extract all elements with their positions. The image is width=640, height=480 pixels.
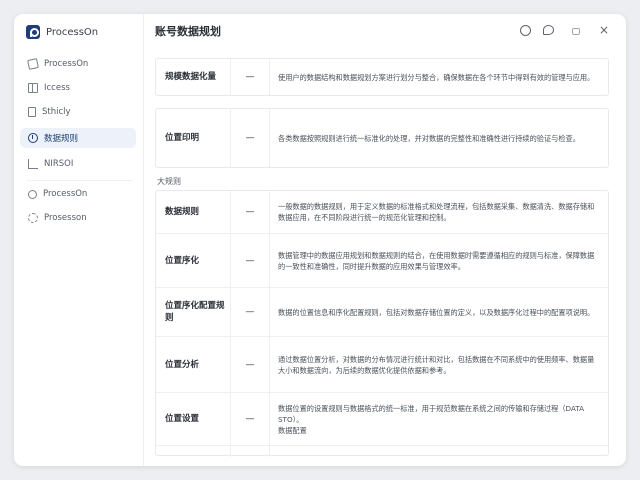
row-separator: — <box>230 234 270 287</box>
refresh-icon <box>519 24 531 36</box>
book-icon <box>28 83 38 93</box>
sidebar-item-processon-2[interactable]: ProcessOn <box>20 184 136 204</box>
brand-name: ProcessOn <box>46 26 99 38</box>
chat-icon <box>542 25 554 35</box>
sidebar-item-access[interactable]: Iccess <box>20 78 136 98</box>
row-separator: — <box>230 337 270 392</box>
row-description <box>270 446 608 457</box>
row-description: 一般数据的数据规则，用于定义数据的标准格式和处理流程，包括数据采集、数据清洗、数… <box>278 202 595 222</box>
sidebar-item-prosesson[interactable]: Prosesson <box>20 208 136 228</box>
sidebar-item-data-rules[interactable]: 数据规则 <box>20 128 136 148</box>
sidebar-item-processon[interactable]: ProcessOn <box>20 54 136 74</box>
main-content: 规模数据化量 — 使用户的数据结构和数据规划方案进行划分与整合，确保数据在各个环… <box>144 50 626 466</box>
link-icon <box>28 189 37 199</box>
row-label: 位置序化配置规则 <box>165 301 225 323</box>
row-description: 数据管理中的数据应用规划和数据规则的结合，在使用数据时需要遵循相应的规则与标准，… <box>278 250 595 271</box>
document-icon <box>28 107 36 117</box>
chat-button[interactable] <box>541 23 555 37</box>
table-row: 位置序化 — 数据管理中的数据应用规划和数据规则的结合，在使用数据时需要遵循相应… <box>156 234 608 287</box>
sidebar-item-sthicly[interactable]: Sthicly <box>20 102 136 122</box>
rule-label: 位置印明 <box>165 133 200 143</box>
row-separator: — <box>230 191 270 233</box>
sidebar-item-label: ProcessOn <box>43 189 88 199</box>
brand[interactable]: ProcessOn <box>26 23 98 41</box>
table-row: 位置分析 — 通过数据位置分析，对数据的分布情况进行统计和对比，包括数据在不同系… <box>156 337 608 392</box>
gear-icon <box>28 213 38 223</box>
sidebar-item-label: NIRSOI <box>44 159 74 169</box>
row-label: 数据规则 <box>165 207 200 217</box>
sidebar-divider <box>26 180 132 181</box>
rule-label: 规模数据化量 <box>165 72 217 82</box>
table-row: 数据规则 — 一般数据的数据规则，用于定义数据的标准格式和处理流程，包括数据采集… <box>156 191 608 233</box>
tag-icon <box>27 58 39 70</box>
rule-card: 规模数据化量 — 使用户的数据结构和数据规划方案进行划分与整合，确保数据在各个环… <box>155 58 609 96</box>
refresh-button[interactable] <box>518 23 532 37</box>
close-button[interactable]: × <box>597 23 611 37</box>
section-label: 大规则 <box>157 177 181 186</box>
rule-card: 位置印明 — 各类数据按照规则进行统一标准化的处理，并对数据的完整性和准确性进行… <box>155 108 609 168</box>
row-separator <box>230 446 270 457</box>
sidebar-item-label: Prosesson <box>44 213 87 223</box>
lock-button[interactable] <box>569 23 583 37</box>
rule-description: 使用户的数据结构和数据规划方案进行划分与整合，确保数据在各个环节中得到有效的管理… <box>278 72 595 82</box>
row-label: 位置分析 <box>165 359 200 370</box>
rule-separator: — <box>230 59 270 95</box>
sidebar-item-label: Sthicly <box>42 107 71 117</box>
chart-icon <box>28 159 38 169</box>
row-separator: — <box>230 393 270 445</box>
lock-icon <box>572 28 580 35</box>
row-description-block: 数据位置的设置规则与数据格式的统一标准，用于规范数据在系统之间的传输和存储过程（… <box>270 393 608 445</box>
sidebar-item-nirsoi[interactable]: NIRSOI <box>20 154 136 174</box>
row-label: 位置序化 <box>165 255 200 266</box>
row-separator: — <box>230 288 270 336</box>
sidebar-item-label: Iccess <box>44 83 70 93</box>
table-row: 位置设置 — 数据位置的设置规则与数据格式的统一标准，用于规范数据在系统之间的传… <box>156 393 608 445</box>
table-row: 位置序化配置规则 — 数据的位置信息和序化配置规则，包括对数据存储位置的定义，以… <box>156 288 608 336</box>
row-description-extra: 数据配置 <box>278 425 307 435</box>
sidebar-item-label: ProcessOn <box>44 59 89 69</box>
row-label: 位置设置 <box>165 414 200 424</box>
close-icon: × <box>598 23 610 37</box>
row-description: 数据位置的设置规则与数据格式的统一标准，用于规范数据在系统之间的传输和存储过程（… <box>278 403 585 424</box>
table-row <box>156 446 608 457</box>
rule-separator: — <box>230 109 270 167</box>
sidebar-item-label: 数据规则 <box>44 134 79 144</box>
app-window: ProcessOn ProcessOn Iccess Sthicly 数据规则 … <box>14 14 626 466</box>
rules-table: 数据规则 — 一般数据的数据规则，用于定义数据的标准格式和处理流程，包括数据采集… <box>155 190 609 457</box>
clock-icon <box>28 133 38 143</box>
page-title: 账号数据规划 <box>155 25 221 38</box>
processon-logo-icon <box>26 25 40 39</box>
row-label <box>156 446 230 457</box>
row-description: 通过数据位置分析，对数据的分布情况进行统计和对比，包括数据在不同系统中的使用频率… <box>278 354 595 375</box>
row-description: 数据的位置信息和序化配置规则，包括对数据存储位置的定义，以及数据序化过程中的配置… <box>278 307 595 317</box>
sidebar: ProcessOn ProcessOn Iccess Sthicly 数据规则 … <box>14 14 144 466</box>
rule-description: 各类数据按照规则进行统一标准化的处理，并对数据的完整性和准确性进行持续的验证与检… <box>278 133 580 143</box>
